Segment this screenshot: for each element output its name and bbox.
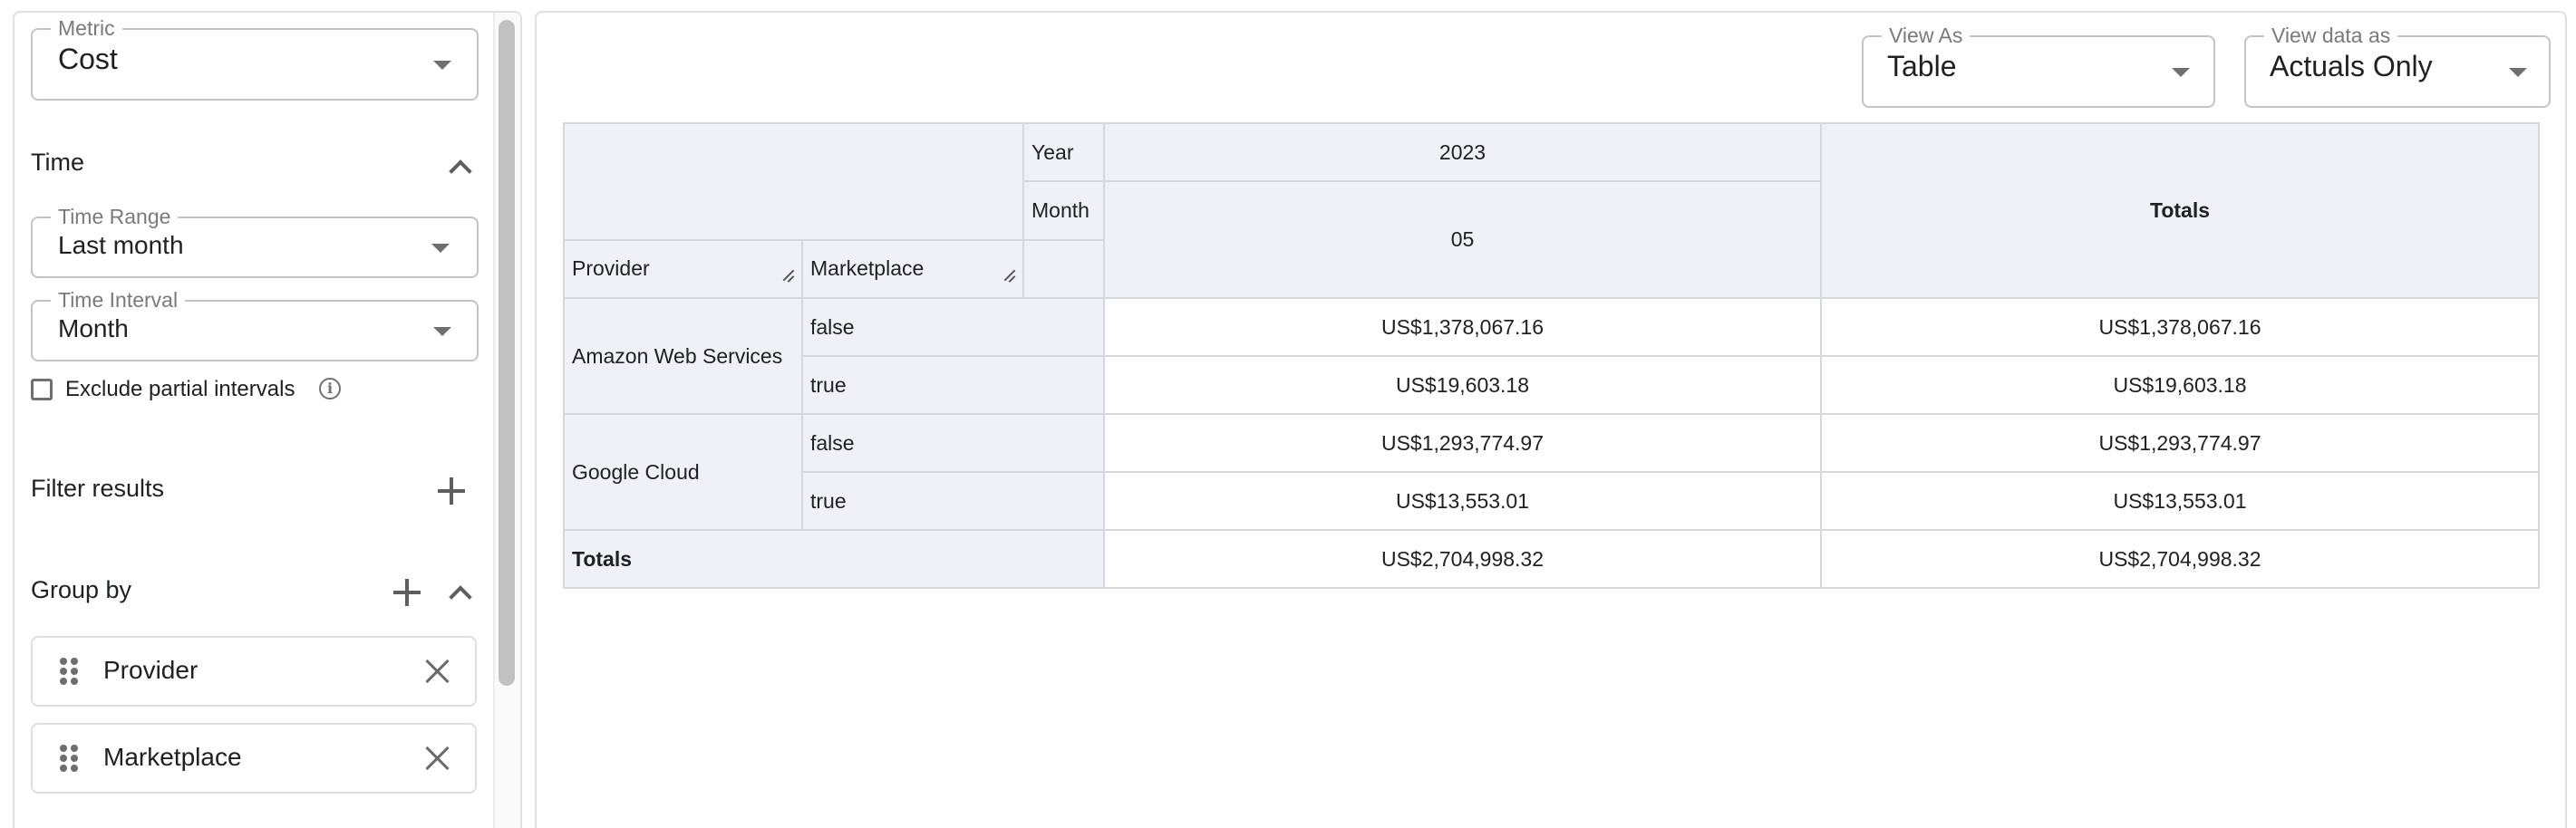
group-by-section-title: Group by <box>31 576 132 603</box>
total-cell: US$1,293,774.97 <box>1820 413 2540 473</box>
total-cell: US$1,378,067.16 <box>1820 297 2540 357</box>
resize-handle-icon[interactable] <box>781 269 794 282</box>
add-filter-button[interactable] <box>433 473 470 509</box>
close-icon[interactable] <box>426 660 450 683</box>
row-axis-provider-label: Provider <box>572 256 650 280</box>
total-cell: US$19,603.18 <box>1820 355 2540 415</box>
time-collapse-button[interactable] <box>442 149 479 185</box>
totals-row: Totals US$2,704,998.32 US$2,704,998.32 <box>563 529 2540 589</box>
value-cell: US$1,293,774.97 <box>1103 413 1822 473</box>
row-header-marketplace[interactable]: true <box>801 355 1105 415</box>
time-range-select[interactable]: Time Range Last month <box>31 205 479 278</box>
dropdown-arrow-icon <box>433 61 451 70</box>
group-by-item[interactable]: Marketplace <box>31 723 477 794</box>
value-cell: US$1,378,067.16 <box>1103 297 1822 357</box>
table-row: true US$13,553.01 US$13,553.01 <box>564 471 2540 531</box>
value-cell: US$13,553.01 <box>1103 471 1822 531</box>
group-by-collapse-button[interactable] <box>442 574 479 611</box>
time-interval-label: Time Interval <box>51 288 186 312</box>
row-header-provider[interactable]: Google Cloud <box>563 413 803 531</box>
row-axis-provider[interactable]: Provider <box>563 239 803 299</box>
dropdown-arrow-icon <box>431 244 450 253</box>
table-row: Google Cloud false US$1,293,774.97 US$1,… <box>563 413 2540 531</box>
metric-select[interactable]: Metric Cost <box>31 16 479 101</box>
col-axis-month: Month <box>1022 180 1105 241</box>
dropdown-arrow-icon <box>2509 68 2527 77</box>
chevron-up-icon <box>449 585 472 609</box>
time-section-title: Time <box>31 149 84 176</box>
view-data-as-label: View data as <box>2264 24 2398 47</box>
info-icon[interactable]: i <box>319 378 341 400</box>
view-as-label: View As <box>1882 24 1971 47</box>
view-as-select[interactable]: View As Table <box>1862 24 2215 108</box>
totals-row-label: Totals <box>563 529 1105 589</box>
chevron-up-icon <box>449 159 472 183</box>
dropdown-arrow-icon <box>433 327 451 336</box>
dropdown-arrow-icon <box>2172 68 2190 77</box>
row-header-marketplace[interactable]: true <box>801 471 1105 531</box>
plus-icon <box>438 477 465 505</box>
metric-label: Metric <box>51 16 122 40</box>
row-axis-marketplace-label: Marketplace <box>810 256 925 280</box>
plus-icon <box>393 579 421 606</box>
table-corner <box>563 122 1024 241</box>
resize-handle-icon[interactable] <box>1002 269 1015 282</box>
pivot-table: Year 2023 Totals Month 05 Provider Marke… <box>563 122 2540 589</box>
close-icon[interactable] <box>426 746 450 770</box>
group-by-item[interactable]: Provider <box>31 636 477 707</box>
add-group-by-button[interactable] <box>389 574 425 611</box>
axis-spacer <box>1022 239 1105 299</box>
sidebar-panel: Metric Cost Time Time Range Last month T… <box>13 11 522 828</box>
time-range-value: Last month <box>58 231 184 259</box>
row-header-marketplace[interactable]: false <box>801 413 1105 473</box>
sidebar-scrollbar-thumb[interactable] <box>499 20 515 686</box>
drag-handle-icon[interactable] <box>60 658 80 687</box>
row-axis-marketplace[interactable]: Marketplace <box>801 239 1024 299</box>
view-data-as-value: Actuals Only <box>2270 50 2433 82</box>
group-by-item-label: Marketplace <box>103 743 242 771</box>
table-row: true US$19,603.18 US$19,603.18 <box>564 355 2540 415</box>
col-header-month[interactable]: 05 <box>1103 180 1822 299</box>
col-header-totals: Totals <box>1820 122 2540 299</box>
time-range-label: Time Range <box>51 205 179 228</box>
grand-total-cell: US$2,704,998.32 <box>1820 529 2540 589</box>
filter-section-title: Filter results <box>31 475 165 502</box>
group-by-item-label: Provider <box>103 656 199 684</box>
col-header-year[interactable]: 2023 <box>1103 122 1822 182</box>
table-row: Amazon Web Services false US$1,378,067.1… <box>563 297 2540 415</box>
time-interval-select[interactable]: Time Interval Month <box>31 288 479 361</box>
total-cell: US$13,553.01 <box>1820 471 2540 531</box>
main-panel: View As Table View data as Actuals Only … <box>535 11 2567 828</box>
view-as-value: Table <box>1887 50 1957 82</box>
row-header-provider[interactable]: Amazon Web Services <box>563 297 803 415</box>
view-data-as-select[interactable]: View data as Actuals Only <box>2244 24 2551 108</box>
exclude-partial-label: Exclude partial intervals <box>65 377 295 401</box>
value-cell: US$19,603.18 <box>1103 355 1822 415</box>
drag-handle-icon[interactable] <box>60 745 80 774</box>
row-header-marketplace[interactable]: false <box>801 297 1105 357</box>
grand-value-cell: US$2,704,998.32 <box>1103 529 1822 589</box>
exclude-partial-checkbox[interactable] <box>31 379 53 400</box>
time-interval-value: Month <box>58 314 129 342</box>
col-axis-year: Year <box>1022 122 1105 182</box>
metric-value: Cost <box>58 43 118 75</box>
